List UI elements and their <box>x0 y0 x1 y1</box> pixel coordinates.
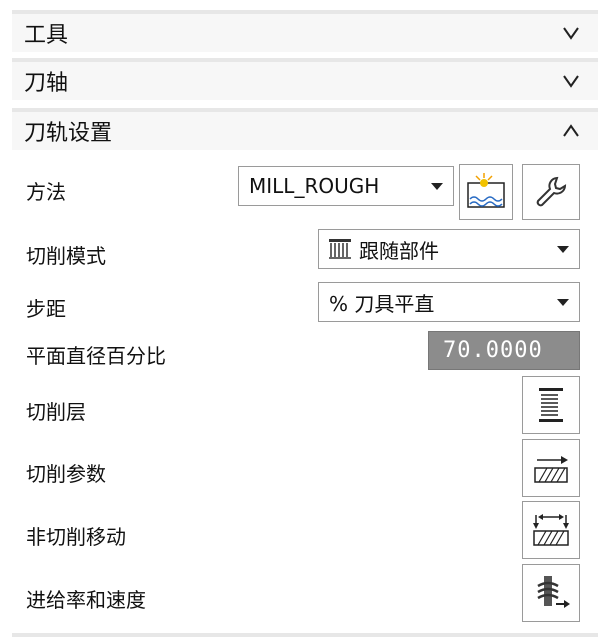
cut-params-label: 切削参数 <box>26 462 106 486</box>
feeds-speeds-button[interactable] <box>522 564 580 622</box>
non-cut-moves-button[interactable] <box>522 501 580 559</box>
cut-params-icon <box>534 456 568 483</box>
method-display-icon <box>467 173 505 208</box>
feeds-speeds-label: 进给率和速度 <box>26 588 146 612</box>
stepover-select[interactable]: % 刀具平直 <box>318 282 580 322</box>
method-edit-button[interactable] <box>522 164 580 220</box>
section-axis-header[interactable]: 刀轴 <box>12 58 598 100</box>
stepover-label: 步距 <box>26 297 66 321</box>
section-path-title: 刀轨设置 <box>24 121 113 146</box>
dropdown-arrow-icon <box>431 183 443 190</box>
cut-levels-icon <box>539 388 563 422</box>
method-display-button[interactable] <box>459 164 513 220</box>
cut-levels-button[interactable] <box>522 376 580 434</box>
cut-params-button[interactable] <box>522 439 580 497</box>
section-tools-header[interactable]: 工具 <box>12 10 598 52</box>
non-cut-moves-label: 非切削移动 <box>26 525 126 549</box>
wrench-icon <box>536 176 567 207</box>
feeds-speeds-icon <box>537 576 570 608</box>
method-value: MILL_ROUGH <box>249 174 380 198</box>
chevron-up-icon[interactable] <box>560 120 582 142</box>
operation-panel: 工具 刀轴 刀轨设置 方法 MILL_ROUGH 切削模式 跟随部件 步距 % … <box>12 0 598 637</box>
follow-part-icon <box>329 239 351 259</box>
chevron-down-icon[interactable] <box>560 22 582 44</box>
flat-diameter-label: 平面直径百分比 <box>26 344 166 368</box>
cut-levels-label: 切削层 <box>26 400 86 424</box>
cut-pattern-select[interactable]: 跟随部件 <box>318 229 580 269</box>
cut-pattern-value: 跟随部件 <box>359 238 439 263</box>
section-axis-title: 刀轴 <box>24 71 69 96</box>
dropdown-arrow-icon <box>557 246 569 253</box>
dropdown-arrow-icon <box>557 299 569 306</box>
section-tools-title: 工具 <box>24 23 69 48</box>
method-label: 方法 <box>26 180 66 204</box>
method-select[interactable]: MILL_ROUGH <box>238 166 454 206</box>
non-cut-moves-icon <box>533 514 569 546</box>
section-path-header[interactable]: 刀轨设置 <box>12 108 598 150</box>
chevron-down-icon[interactable] <box>560 70 582 92</box>
cut-pattern-label: 切削模式 <box>26 244 106 268</box>
bottom-divider <box>12 633 598 637</box>
flat-diameter-input[interactable]: 70.0000 <box>428 331 580 370</box>
stepover-value: % 刀具平直 <box>329 291 435 316</box>
